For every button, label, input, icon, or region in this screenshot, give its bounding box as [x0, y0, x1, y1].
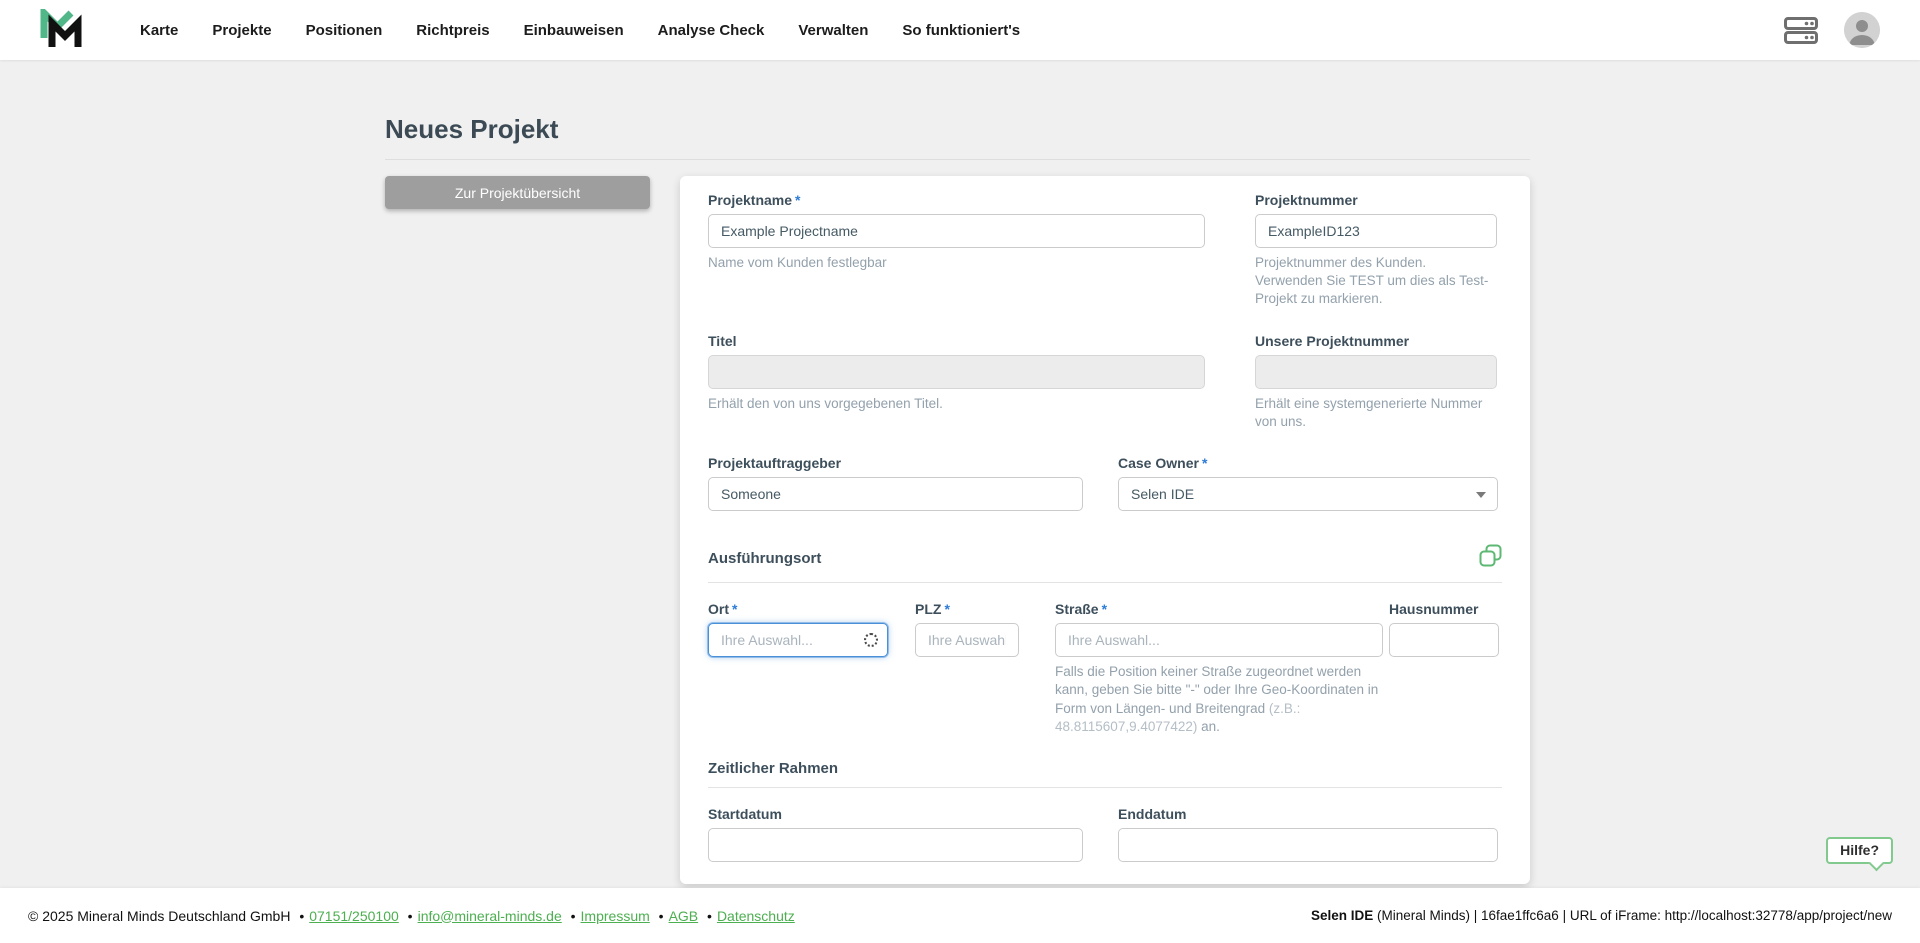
- footer-link-agb[interactable]: AGB: [669, 908, 699, 924]
- field-plz: PLZ*: [915, 601, 1019, 736]
- field-projektnummer: Projektnummer Projektnummer des Kunden. …: [1255, 192, 1497, 309]
- case-owner-label: Case Owner*: [1118, 455, 1498, 471]
- field-strasse: Straße* Falls die Position keiner Straße…: [1055, 601, 1383, 736]
- case-owner-select[interactable]: [1118, 477, 1498, 511]
- required-asterisk: *: [944, 601, 949, 617]
- field-startdatum: Startdatum: [708, 806, 1083, 862]
- projektname-input[interactable]: [708, 214, 1205, 248]
- footer-user-name: Selen IDE: [1311, 908, 1373, 923]
- enddatum-label: Enddatum: [1118, 806, 1498, 822]
- section-ausfuehrungsort-title: Ausführungsort: [708, 550, 821, 567]
- page-title: Neues Projekt: [385, 114, 1530, 145]
- field-titel: Titel Erhält den von uns vorgegebenen Ti…: [708, 333, 1205, 431]
- nav-item-karte[interactable]: Karte: [140, 22, 178, 39]
- projektname-helper: Name vom Kunden festlegbar: [708, 254, 1205, 272]
- startdatum-input[interactable]: [708, 828, 1083, 862]
- logo-icon: [38, 9, 84, 51]
- projektname-label: Projektname*: [708, 192, 1205, 208]
- projektauftraggeber-input[interactable]: [708, 477, 1083, 511]
- chevron-down-icon: [1476, 492, 1486, 498]
- unsere-projektnummer-input: [1255, 355, 1497, 389]
- title-divider: [385, 159, 1530, 160]
- required-asterisk: *: [795, 192, 800, 208]
- ort-input[interactable]: [708, 623, 888, 657]
- ort-label: Ort*: [708, 601, 888, 617]
- titel-input: [708, 355, 1205, 389]
- required-asterisk: *: [1202, 455, 1207, 471]
- field-case-owner: Case Owner*: [1118, 455, 1498, 511]
- field-projektname: Projektname* Name vom Kunden festlegbar: [708, 192, 1205, 309]
- project-form-card: Projektname* Name vom Kunden festlegbar …: [680, 176, 1530, 884]
- plz-input[interactable]: [915, 623, 1019, 657]
- projektnummer-input[interactable]: [1255, 214, 1497, 248]
- unsere-projektnummer-label: Unsere Projektnummer: [1255, 333, 1497, 349]
- strasse-label: Straße*: [1055, 601, 1383, 617]
- footer-link-email[interactable]: info@mineral-minds.de: [418, 908, 562, 924]
- nav-item-positionen[interactable]: Positionen: [306, 22, 383, 39]
- hilfe-label: Hilfe?: [1840, 842, 1879, 858]
- unsere-projektnummer-helper: Erhält eine systemgenerierte Nummer von …: [1255, 395, 1497, 431]
- nav-item-einbauweisen[interactable]: Einbauweisen: [524, 22, 624, 39]
- startdatum-label: Startdatum: [708, 806, 1083, 822]
- nav-item-projekte[interactable]: Projekte: [212, 22, 271, 39]
- hilfe-button[interactable]: Hilfe?: [1826, 837, 1893, 864]
- mineral-minds-logo[interactable]: [38, 9, 84, 51]
- projektnummer-helper: Projektnummer des Kunden. Verwenden Sie …: [1255, 254, 1497, 309]
- section-zeitlicher-rahmen-title: Zeitlicher Rahmen: [708, 760, 838, 777]
- footer-left: © 2025 Mineral Minds Deutschland GmbH •0…: [28, 908, 795, 924]
- footer-link-phone[interactable]: 07151/250100: [309, 908, 399, 924]
- copy-icon[interactable]: [1479, 544, 1502, 572]
- hausnummer-input[interactable]: [1389, 623, 1499, 657]
- field-enddatum: Enddatum: [1118, 806, 1498, 862]
- strasse-helper: Falls die Position keiner Straße zugeord…: [1055, 663, 1389, 736]
- titel-helper: Erhält den von uns vorgegebenen Titel.: [708, 395, 1205, 413]
- required-asterisk: *: [732, 601, 737, 617]
- copyright-text: © 2025 Mineral Minds Deutschland GmbH: [28, 908, 290, 924]
- plz-label: PLZ*: [915, 601, 1019, 617]
- server-icon[interactable]: [1784, 17, 1818, 44]
- zur-projektuebersicht-button[interactable]: Zur Projektübersicht: [385, 176, 650, 209]
- main-content: Neues Projekt Zur Projektübersicht Proje…: [0, 60, 1920, 888]
- field-ort: Ort*: [708, 601, 888, 736]
- navbar-right: [1784, 12, 1894, 48]
- nav-item-verwalten[interactable]: Verwalten: [798, 22, 868, 39]
- main-nav: Karte Projekte Positionen Richtpreis Ein…: [140, 22, 1020, 39]
- footer-session-details: (Mineral Minds) | 16fae1ffc6a6 | URL of …: [1373, 908, 1892, 923]
- section-divider: [708, 787, 1502, 788]
- field-unsere-projektnummer: Unsere Projektnummer Erhält eine systemg…: [1255, 333, 1497, 431]
- strasse-input[interactable]: [1055, 623, 1383, 657]
- projektnummer-label: Projektnummer: [1255, 192, 1497, 208]
- projektauftraggeber-label: Projektauftraggeber: [708, 455, 1083, 471]
- spinner-icon: [864, 633, 878, 647]
- page-footer: © 2025 Mineral Minds Deutschland GmbH •0…: [0, 888, 1920, 943]
- top-navbar: Karte Projekte Positionen Richtpreis Ein…: [0, 0, 1920, 60]
- nav-item-so-funktionierts[interactable]: So funktioniert's: [902, 22, 1020, 39]
- field-hausnummer: Hausnummer: [1389, 601, 1499, 736]
- footer-session-info: Selen IDE (Mineral Minds) | 16fae1ffc6a6…: [1311, 908, 1892, 923]
- case-owner-value[interactable]: [1118, 477, 1498, 511]
- nav-item-richtpreis[interactable]: Richtpreis: [416, 22, 489, 39]
- enddatum-input[interactable]: [1118, 828, 1498, 862]
- user-avatar-icon[interactable]: [1844, 12, 1880, 48]
- footer-link-impressum[interactable]: Impressum: [581, 908, 650, 924]
- field-projektauftraggeber: Projektauftraggeber: [708, 455, 1083, 511]
- required-asterisk: *: [1102, 601, 1107, 617]
- nav-item-analyse-check[interactable]: Analyse Check: [658, 22, 765, 39]
- hausnummer-label: Hausnummer: [1389, 601, 1499, 617]
- titel-label: Titel: [708, 333, 1205, 349]
- section-divider: [708, 582, 1502, 583]
- footer-link-datenschutz[interactable]: Datenschutz: [717, 908, 795, 924]
